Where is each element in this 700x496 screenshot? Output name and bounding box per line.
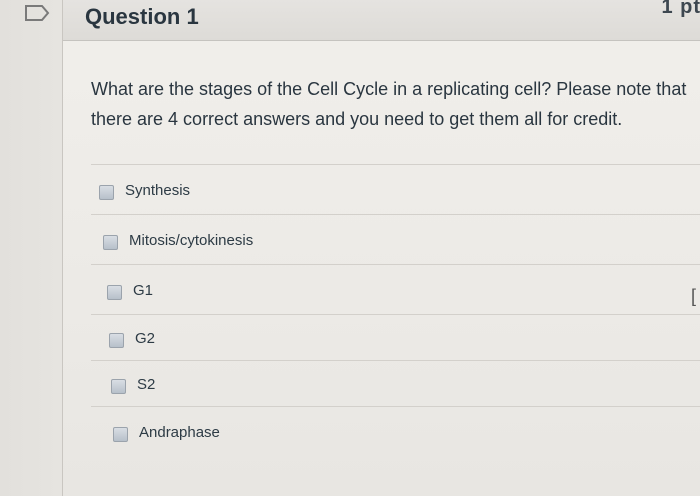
answer-label[interactable]: G1 xyxy=(133,282,153,299)
left-margin xyxy=(0,0,62,496)
answer-checkbox[interactable] xyxy=(99,185,114,200)
answer-checkbox[interactable] xyxy=(109,333,124,348)
question-header: Question 1 1 pt xyxy=(63,0,700,41)
answer-label[interactable]: G2 xyxy=(135,330,155,347)
answer-label[interactable]: Synthesis xyxy=(125,182,190,199)
answer-label[interactable]: Mitosis/cytokinesis xyxy=(129,232,253,249)
divider xyxy=(91,406,700,407)
answer-option[interactable]: Andraphase xyxy=(113,420,700,450)
answer-checkbox[interactable] xyxy=(107,285,122,300)
answer-option[interactable]: Synthesis xyxy=(99,178,700,208)
answer-checkbox[interactable] xyxy=(103,235,118,250)
divider xyxy=(91,164,700,165)
divider xyxy=(91,264,700,265)
answer-option[interactable]: G1 xyxy=(107,278,700,308)
answer-option[interactable]: G2 xyxy=(109,326,700,356)
answer-label[interactable]: Andraphase xyxy=(139,424,220,441)
question-points: 1 pt xyxy=(661,0,700,18)
answer-label[interactable]: S2 xyxy=(137,376,155,393)
divider xyxy=(91,214,700,215)
divider xyxy=(91,314,700,315)
answer-option[interactable]: S2 xyxy=(111,372,700,402)
question-title: Question 1 xyxy=(85,4,199,29)
divider xyxy=(91,360,700,361)
answer-checkbox[interactable] xyxy=(113,427,128,442)
question-card: Question 1 1 pt What are the stages of t… xyxy=(62,0,700,496)
flag-question-icon[interactable] xyxy=(24,4,50,22)
question-text: What are the stages of the Cell Cycle in… xyxy=(91,79,687,129)
answer-checkbox[interactable] xyxy=(111,379,126,394)
next-question-edge-icon: [ xyxy=(690,286,696,306)
answer-option[interactable]: Mitosis/cytokinesis xyxy=(103,228,700,258)
